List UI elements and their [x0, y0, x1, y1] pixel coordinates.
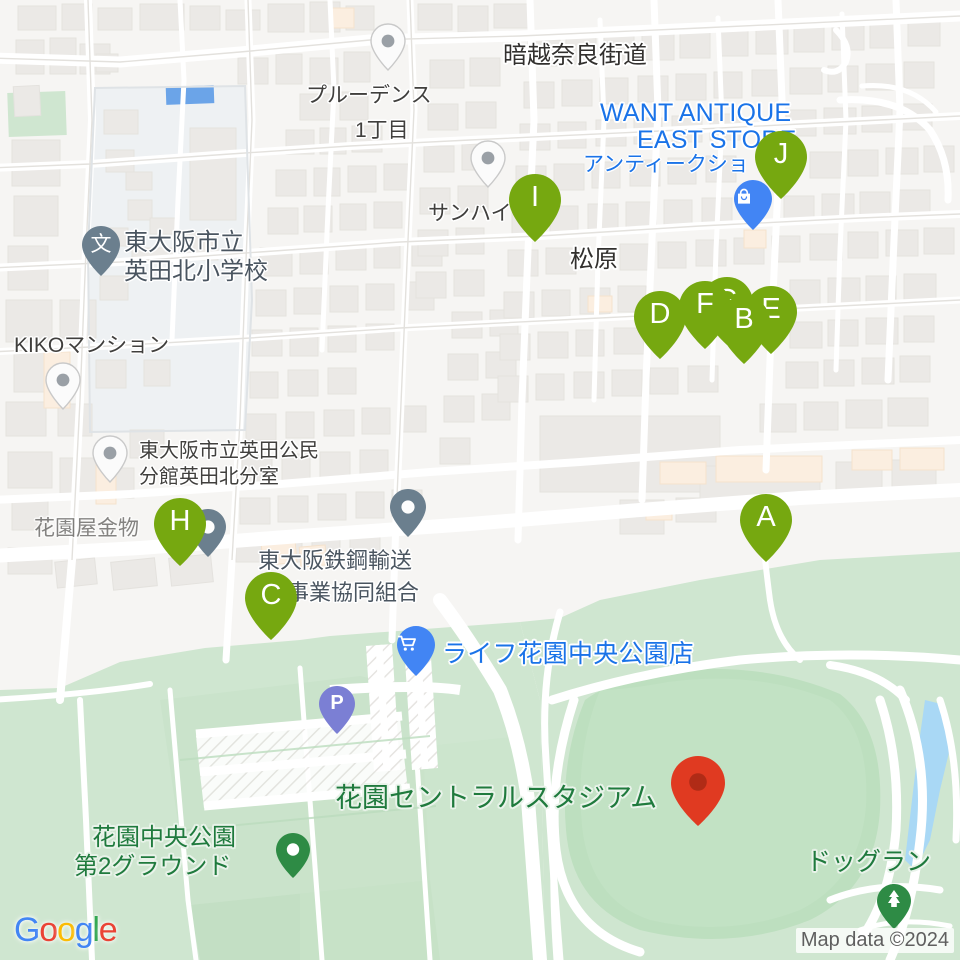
kominkan-pin[interactable] — [92, 435, 128, 483]
google-logo-o2: o — [56, 911, 76, 949]
tekko-unso-pin[interactable] — [390, 489, 426, 537]
kiko-mansion-pin[interactable] — [45, 362, 81, 410]
parking-pin[interactable]: P — [319, 686, 355, 734]
result-marker-j[interactable]: J — [755, 131, 807, 199]
google-logo[interactable]: Google — [14, 911, 118, 950]
hanazono-ground-pin[interactable] — [276, 833, 310, 878]
shopping-cart-icon — [397, 633, 435, 654]
dog-run-pin[interactable] — [877, 884, 911, 929]
prudence-pin[interactable] — [370, 23, 406, 71]
result-marker-d[interactable]: D — [634, 291, 686, 359]
google-logo-g1: G — [14, 911, 40, 949]
result-marker-a[interactable]: A — [740, 494, 792, 562]
sunhai-pin[interactable] — [470, 140, 506, 188]
result-marker-h[interactable]: H — [154, 498, 206, 566]
map-canvas[interactable]: 暗越奈良街道 プルーデンス 1丁目 サンハイ 松原 東大阪市立 英田北小学校 K… — [0, 0, 960, 960]
google-logo-o1: o — [39, 911, 58, 949]
result-marker-c[interactable]: C — [245, 572, 297, 640]
result-marker-b[interactable]: B — [718, 296, 770, 364]
life-store-pin[interactable] — [397, 626, 435, 676]
google-logo-e: e — [98, 911, 118, 949]
school-pin[interactable]: 文 — [82, 226, 120, 276]
result-marker-i[interactable]: I — [509, 174, 561, 242]
stadium-target-pin[interactable] — [671, 756, 725, 826]
map-attribution: Map data ©2024 — [795, 928, 954, 953]
google-logo-g2: g — [74, 911, 94, 949]
